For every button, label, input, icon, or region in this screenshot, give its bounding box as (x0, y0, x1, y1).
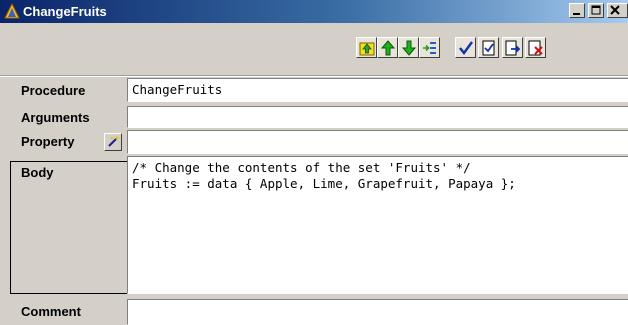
folder-up-arrow-icon (359, 42, 375, 56)
comment-field[interactable] (127, 299, 628, 325)
property-field[interactable] (127, 130, 628, 154)
arguments-field[interactable] (127, 106, 628, 128)
property-label: Property (21, 134, 75, 149)
green-up-arrow-icon (380, 40, 396, 56)
move-up-button[interactable] (377, 37, 398, 58)
magic-wand-icon (108, 136, 119, 147)
insert-list-icon (423, 42, 436, 54)
export-button[interactable] (502, 37, 523, 58)
close-icon (610, 5, 620, 15)
close-document-button[interactable] (525, 37, 546, 58)
insert-button[interactable] (419, 37, 440, 58)
row-separator (0, 76, 628, 77)
green-down-arrow-icon (401, 40, 417, 56)
body-editor[interactable]: /* Change the contents of the set 'Fruit… (127, 156, 628, 294)
toolbar (0, 23, 628, 76)
maximize-button[interactable] (588, 3, 604, 18)
body-label: Body (21, 165, 54, 180)
move-up-level-button[interactable] (356, 37, 377, 58)
minimize-icon (573, 13, 580, 15)
minimize-button[interactable] (569, 3, 585, 18)
app-logo-icon (4, 2, 20, 19)
document-arrow-icon (505, 40, 521, 56)
window-title: ChangeFruits (23, 4, 107, 19)
check-document-button[interactable] (478, 37, 499, 58)
check-button[interactable] (455, 37, 476, 58)
checkmark-icon (459, 41, 473, 55)
property-wizard-button[interactable] (104, 133, 122, 151)
close-button[interactable] (607, 3, 628, 18)
document-check-icon (482, 40, 495, 56)
move-down-button[interactable] (398, 37, 419, 58)
procedure-field[interactable]: ChangeFruits (127, 78, 628, 102)
comment-label: Comment (21, 304, 81, 319)
document-x-icon (528, 40, 543, 56)
maximize-icon (591, 5, 601, 15)
arguments-label: Arguments (21, 110, 90, 125)
procedure-label: Procedure (21, 83, 86, 98)
title-bar[interactable]: ChangeFruits (0, 0, 628, 23)
